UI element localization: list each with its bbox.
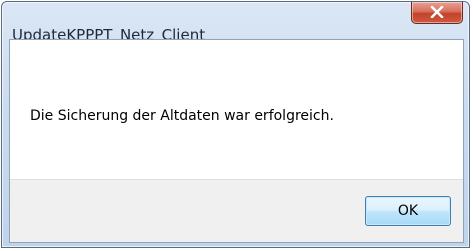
dialog-content: Die Sicherung der Altdaten war erfolgrei… <box>9 39 464 243</box>
close-button[interactable] <box>411 2 463 24</box>
message-dialog-window: UpdateKPPPT_Netz_Client Die Sicherung de… <box>1 1 470 248</box>
dialog-button-bar: OK <box>10 179 463 242</box>
title-bar[interactable]: UpdateKPPPT_Netz_Client <box>2 2 469 44</box>
ok-button[interactable]: OK <box>365 196 451 226</box>
dialog-message: Die Sicherung der Altdaten war erfolgrei… <box>30 108 334 124</box>
